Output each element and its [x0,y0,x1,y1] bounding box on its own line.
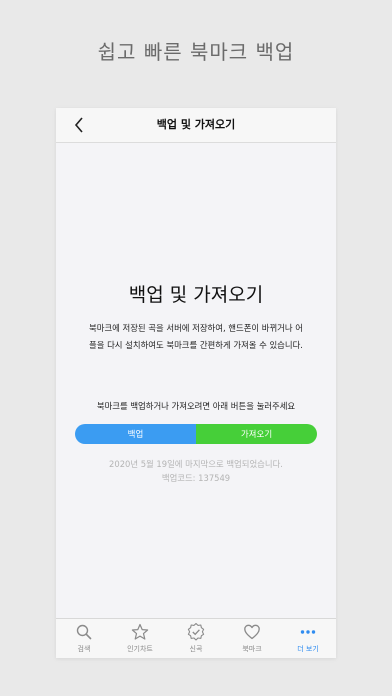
search-icon [75,623,93,641]
navigation-bar: 백업 및 가져오기 [56,108,336,143]
last-backup-text: 2020년 5월 19일에 마지막으로 백업되었습니다. [109,459,283,469]
description-line: 플을 다시 설치하여도 북마크를 간편하게 가져올 수 있습니다. [89,340,303,350]
tab-label: 검색 [77,645,91,653]
description: 북마크에 저장된 곡을 서버에 저장하여, 핸드폰이 바뀌거나 어 플을 다시 … [70,320,322,354]
import-button[interactable]: 가져오기 [196,424,317,444]
new-badge-icon [187,623,205,641]
more-dots-icon [299,623,317,641]
tab-bar: 검색 인기차트 신곡 북마크 더 보기 [56,618,336,658]
description-line: 북마크에 저장된 곡을 서버에 저장하여, 핸드폰이 바뀌거나 어 [89,323,303,333]
tab-more[interactable]: 더 보기 [280,619,336,658]
app-screen: 백업 및 가져오기 백업 및 가져오기 북마크에 저장된 곡을 서버에 저장하여… [56,108,336,658]
tab-chart[interactable]: 인기차트 [112,619,168,658]
backup-button[interactable]: 백업 [75,424,196,444]
nav-title: 백업 및 가져오기 [156,118,236,131]
backup-code-text: 백업코드: 137549 [161,473,231,483]
tab-bookmark[interactable]: 북마크 [224,619,280,658]
tab-label: 북마크 [242,645,262,653]
tab-new-songs[interactable]: 신곡 [168,619,224,658]
page-title: 백업 및 가져오기 [128,284,264,306]
instruction-text: 북마크를 백업하거나 가져오려면 아래 버튼을 눌러주세요 [96,401,296,411]
star-icon [131,623,149,641]
tab-label: 더 보기 [297,645,319,653]
tab-label: 신곡 [189,645,203,653]
backup-import-buttons: 백업 가져오기 [75,424,317,444]
heart-icon [243,623,261,641]
promo-headline: 쉽고 빠른 북마크 백업 [97,40,295,64]
tab-search[interactable]: 검색 [56,619,112,658]
tab-label: 인기차트 [127,645,153,653]
